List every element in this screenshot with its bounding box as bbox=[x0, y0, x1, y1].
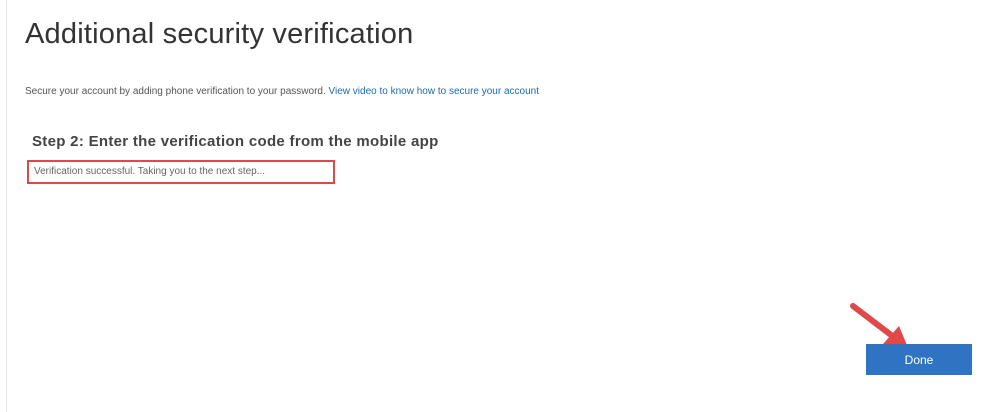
done-button[interactable]: Done bbox=[866, 344, 972, 375]
video-link[interactable]: View video to know how to secure your ac… bbox=[329, 86, 540, 97]
status-message: Verification successful. Taking you to t… bbox=[34, 166, 266, 177]
page-title: Additional security verification bbox=[25, 18, 414, 50]
intro-text: Secure your account by adding phone veri… bbox=[25, 86, 329, 97]
left-divider bbox=[6, 0, 7, 412]
step-heading: Step 2: Enter the verification code from… bbox=[32, 133, 439, 150]
intro-paragraph: Secure your account by adding phone veri… bbox=[25, 86, 539, 97]
status-message-box: Verification successful. Taking you to t… bbox=[27, 160, 335, 184]
